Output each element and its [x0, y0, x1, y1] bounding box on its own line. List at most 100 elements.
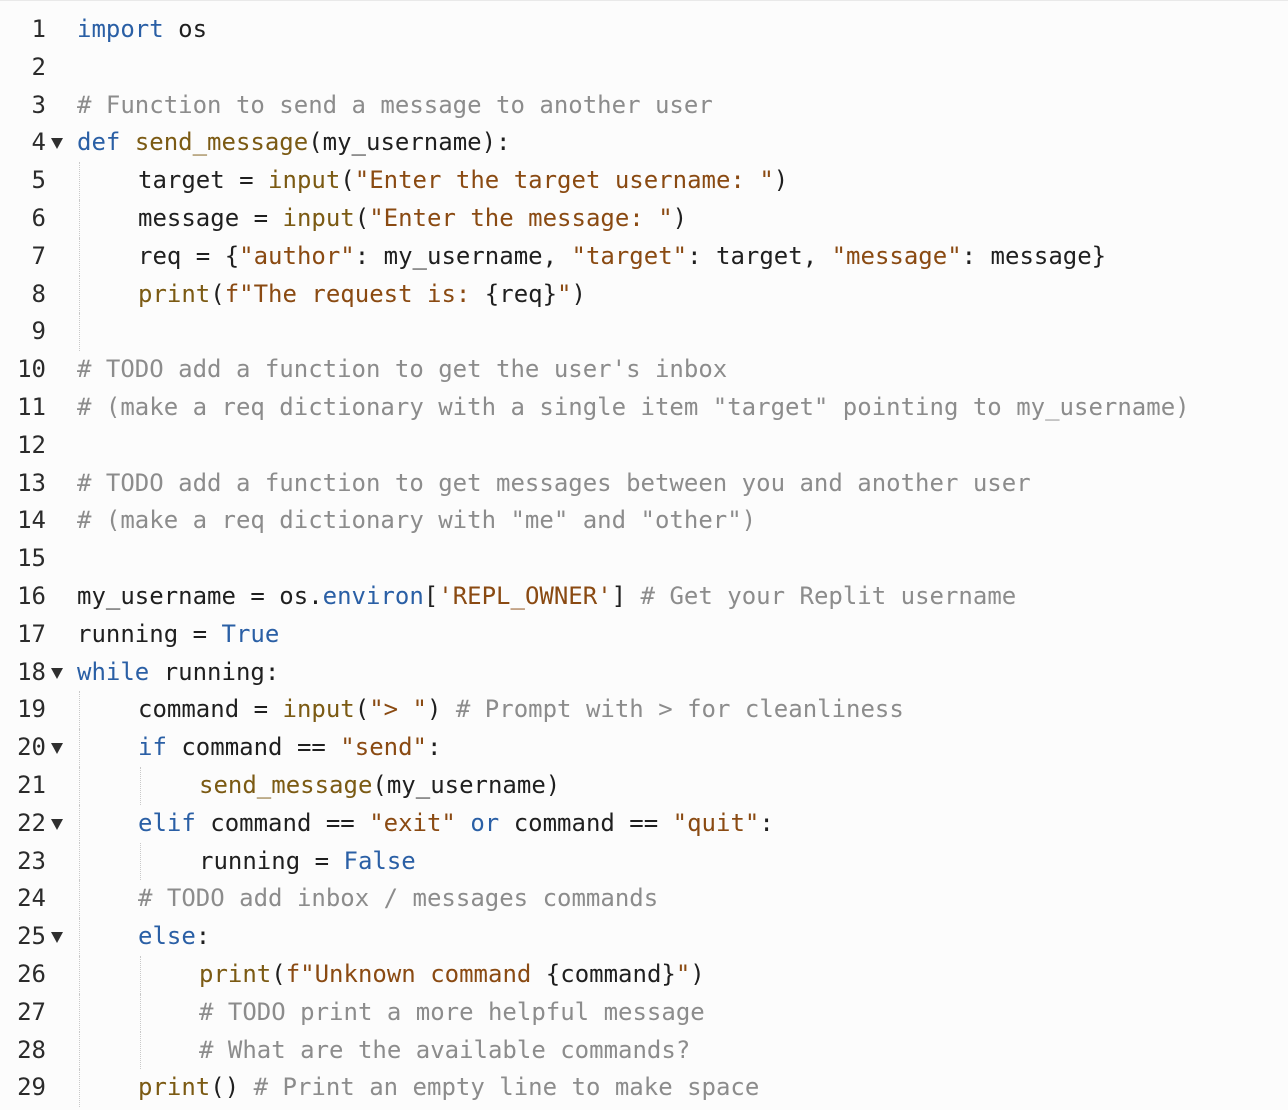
- code-token: input: [282, 695, 355, 724]
- code-line[interactable]: 15: [0, 540, 1288, 578]
- code-text: # TODO add a function to get the user's …: [77, 351, 727, 389]
- code-token: command ==: [195, 808, 370, 837]
- code-token: # Print an empty line to make space: [253, 1073, 760, 1102]
- indent-guide: [140, 956, 141, 994]
- code-token: running =: [199, 846, 344, 875]
- code-token: ": [675, 960, 691, 988]
- code-token: (: [354, 204, 370, 232]
- indent-guide: [79, 880, 80, 919]
- indent-guide: [79, 162, 80, 200]
- code-token: running =: [77, 619, 222, 648]
- line-number: 24: [17, 884, 46, 913]
- code-token: command =: [138, 695, 283, 724]
- code-line[interactable]: 17 running = True: [0, 616, 1288, 654]
- code-token: input: [268, 166, 341, 195]
- code-text: # (make a req dictionary with "me" and "…: [77, 502, 756, 540]
- code-line[interactable]: 1 import os: [0, 11, 1288, 49]
- code-line[interactable]: 29 print() # Print an empty line to make …: [0, 1069, 1288, 1108]
- line-number: 20: [17, 733, 46, 762]
- fold-arrow-icon[interactable]: [51, 743, 63, 755]
- code-token: 'REPL_OWNER': [438, 582, 612, 610]
- code-line[interactable]: 27 # TODO print a more helpful message: [0, 993, 1288, 1032]
- code-line[interactable]: 10 # TODO add a function to get the user'…: [0, 351, 1288, 389]
- code-token: def: [77, 128, 121, 157]
- fold-arrow-icon[interactable]: [51, 818, 63, 830]
- code-token: message =: [138, 204, 283, 232]
- code-line[interactable]: 5 target = input("Enter the target userna…: [0, 162, 1288, 200]
- code-line[interactable]: 13 # TODO add a function to get messages …: [0, 465, 1288, 503]
- code-token: (: [271, 960, 286, 988]
- code-line[interactable]: 26 print(f"Unknown command {command}"): [0, 956, 1288, 994]
- code-token: ): [427, 695, 456, 724]
- code-line[interactable]: 14 # (make a req dictionary with "me" and…: [0, 502, 1288, 540]
- code-line[interactable]: 22 elif command == "exit" or command == "…: [0, 804, 1288, 843]
- code-token: "message": [831, 241, 962, 270]
- code-text: def send_message(my_username):: [77, 124, 511, 162]
- indent-guide: [79, 918, 80, 956]
- code-token: os: [163, 15, 208, 43]
- code-token: ): [672, 204, 688, 232]
- code-line[interactable]: 20 if command == "send":: [0, 729, 1288, 767]
- code-line[interactable]: 19 command = input("> ") # Prompt with > …: [0, 691, 1288, 730]
- code-token: "target": [571, 241, 688, 270]
- code-token: else: [138, 922, 196, 951]
- code-line[interactable]: 23 running = False: [0, 842, 1288, 881]
- code-text: import os: [77, 11, 207, 49]
- line-number: 21: [17, 771, 46, 799]
- code-token: # Prompt with > for cleanliness: [455, 695, 904, 724]
- code-text: # Function to send a message to another …: [77, 87, 713, 125]
- indent-guide: [79, 993, 80, 1032]
- code-text: print(f"Unknown command {command}"): [199, 956, 705, 994]
- code-text: req = {"author": my_username, "target": …: [138, 238, 1106, 276]
- code-text: send_message(my_username): [199, 767, 560, 805]
- code-token: ): [773, 166, 789, 195]
- code-token: (: [210, 279, 225, 308]
- code-line[interactable]: 2: [0, 49, 1288, 87]
- line-number: 5: [31, 166, 46, 195]
- indent-guide: [140, 993, 141, 1032]
- code-line[interactable]: 28 # What are the available commands?: [0, 1031, 1288, 1070]
- code-line[interactable]: 8 print(f"The request is: {req}"): [0, 275, 1288, 314]
- code-line[interactable]: 11 # (make a req dictionary with a single…: [0, 389, 1288, 427]
- code-text: # TODO print a more helpful message: [199, 994, 705, 1032]
- code-line[interactable]: 24 # TODO add inbox / messages commands: [0, 880, 1288, 919]
- indent-guide: [79, 767, 80, 805]
- code-line[interactable]: 4 def send_message(my_username):: [0, 124, 1288, 162]
- indent-guide: [140, 1031, 141, 1070]
- code-line[interactable]: 18 while running:: [0, 654, 1288, 692]
- code-line[interactable]: 12: [0, 427, 1288, 465]
- code-token: ): [571, 279, 586, 308]
- code-line[interactable]: 9: [0, 313, 1288, 352]
- code-text: my_username = os.environ['REPL_OWNER'] #…: [77, 578, 1016, 616]
- code-line[interactable]: 21 send_message(my_username): [0, 767, 1288, 805]
- indent-guide: [140, 842, 141, 881]
- code-token: "Enter the target username: ": [354, 166, 774, 195]
- code-token: req = {: [138, 241, 240, 270]
- code-token: if: [138, 733, 167, 762]
- fold-arrow-icon[interactable]: [51, 138, 63, 150]
- line-number: 10: [17, 355, 46, 384]
- code-text: print(f"The request is: {req}"): [138, 276, 586, 314]
- indent-guide: [79, 237, 80, 276]
- code-line[interactable]: 7 req = {"author": my_username, "target":…: [0, 237, 1288, 276]
- code-token: print: [199, 960, 272, 988]
- code-token: "author": [239, 241, 355, 270]
- code-token: :: [195, 922, 211, 951]
- indent-guide: [79, 275, 80, 314]
- line-number: 13: [17, 468, 46, 497]
- code-text: running = True: [77, 616, 279, 654]
- line-number: 7: [31, 241, 46, 270]
- fold-arrow-icon[interactable]: [51, 932, 63, 944]
- indent-guide: [79, 956, 80, 994]
- code-editor[interactable]: 1 import os 2 3 # Function to send a message…: [0, 0, 1288, 1110]
- code-line[interactable]: 6 message = input("Enter the message: "): [0, 200, 1288, 238]
- code-line[interactable]: 25 else:: [0, 918, 1288, 956]
- line-number: 16: [17, 582, 46, 610]
- line-number: 12: [17, 430, 46, 459]
- code-token: (): [210, 1073, 254, 1102]
- fold-arrow-icon[interactable]: [51, 667, 63, 679]
- code-line[interactable]: 16 my_username = os.environ['REPL_OWNER']…: [0, 578, 1288, 616]
- code-line[interactable]: 3 # Function to send a message to another…: [0, 87, 1288, 125]
- line-number: 2: [31, 52, 46, 81]
- indent-guide: [79, 200, 80, 238]
